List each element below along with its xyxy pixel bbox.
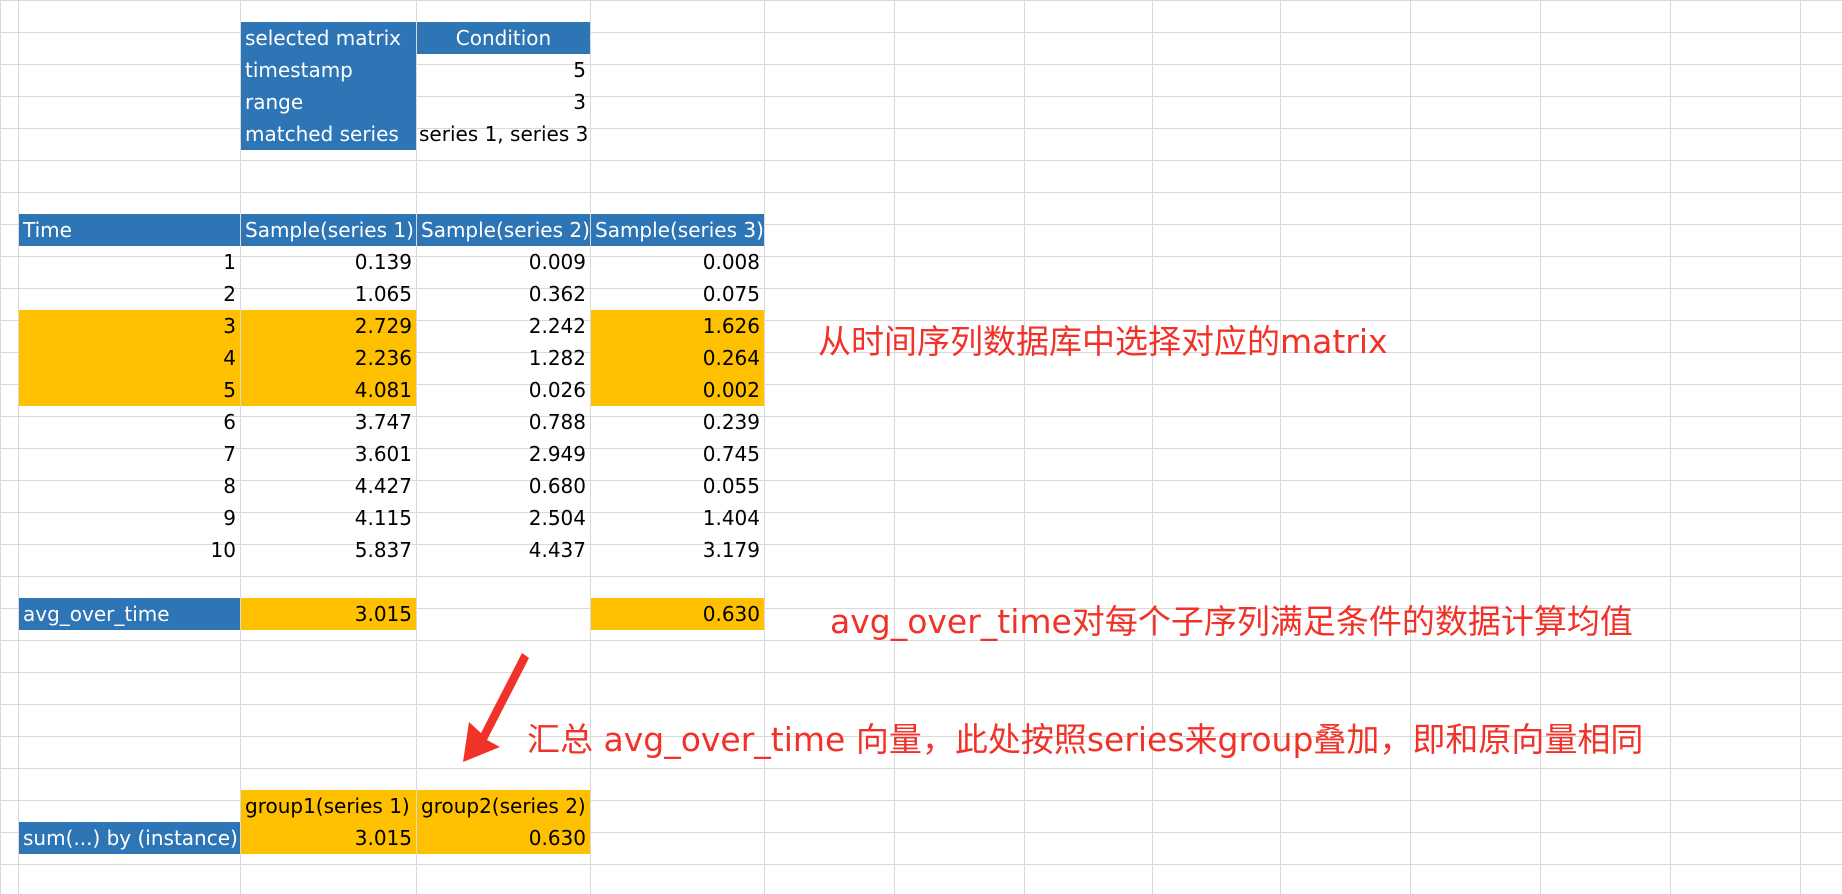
cell-series1[interactable]: 4.115 — [241, 502, 416, 534]
arrow-down-left-icon — [463, 653, 529, 762]
avg-label[interactable]: avg_over_time — [19, 598, 240, 630]
cell-timestamp-label[interactable]: timestamp — [241, 54, 416, 86]
cell-time[interactable]: 7 — [19, 438, 240, 470]
cell-time[interactable]: 8 — [19, 470, 240, 502]
avg-series3-value[interactable]: 0.630 — [591, 598, 764, 630]
cell-series1[interactable]: 4.427 — [241, 470, 416, 502]
column-line — [1800, 0, 1801, 894]
sum-label[interactable]: sum(...) by (instance) — [19, 822, 240, 854]
annotation-sum-group: 汇总 avg_over_time 向量，此处按照series来group叠加，即… — [527, 720, 1644, 759]
cell-matched-series-value[interactable]: series 1, series 3 — [417, 118, 590, 150]
sum-group1-value[interactable]: 3.015 — [241, 822, 416, 854]
column-header-time[interactable]: Time — [19, 214, 240, 246]
cell-series2[interactable]: 1.282 — [417, 342, 590, 374]
cell-series1[interactable]: 5.837 — [241, 534, 416, 566]
annotation-select-matrix: 从时间序列数据库中选择对应的matrix — [818, 322, 1388, 361]
cell-series3[interactable]: 0.008 — [591, 246, 764, 278]
cell-series2[interactable]: 2.949 — [417, 438, 590, 470]
cell-series2[interactable]: 0.680 — [417, 470, 590, 502]
cell-series3[interactable]: 0.055 — [591, 470, 764, 502]
cell-time[interactable]: 10 — [19, 534, 240, 566]
cell-range-label[interactable]: range — [241, 86, 416, 118]
cell-series3[interactable]: 0.745 — [591, 438, 764, 470]
cell-time[interactable]: 9 — [19, 502, 240, 534]
cell-series3[interactable]: 1.626 — [591, 310, 764, 342]
cell-series1[interactable]: 3.747 — [241, 406, 416, 438]
group2-header[interactable]: group2(series 2) — [417, 790, 590, 822]
column-header-series1[interactable]: Sample(series 1) — [241, 214, 416, 246]
cell-series3[interactable]: 0.239 — [591, 406, 764, 438]
cell-series2[interactable]: 4.437 — [417, 534, 590, 566]
annotation-avg-over-time: avg_over_time对每个子序列满足条件的数据计算均值 — [830, 602, 1633, 641]
cell-series1[interactable]: 0.139 — [241, 246, 416, 278]
cell-series3[interactable]: 3.179 — [591, 534, 764, 566]
cell-series2[interactable]: 0.026 — [417, 374, 590, 406]
cell-series1[interactable]: 2.729 — [241, 310, 416, 342]
group1-header[interactable]: group1(series 1) — [241, 790, 416, 822]
cell-series2[interactable]: 2.242 — [417, 310, 590, 342]
avg-series1-value[interactable]: 3.015 — [241, 598, 416, 630]
cell-series2[interactable]: 0.362 — [417, 278, 590, 310]
column-line — [1670, 0, 1671, 894]
cell-series3[interactable]: 0.075 — [591, 278, 764, 310]
cell-time[interactable]: 6 — [19, 406, 240, 438]
cell-series2[interactable]: 0.009 — [417, 246, 590, 278]
cell-matched-series-label[interactable]: matched series — [241, 118, 416, 150]
cell-timestamp-value[interactable]: 5 — [417, 54, 590, 86]
cell-series3[interactable]: 0.264 — [591, 342, 764, 374]
column-header-series3[interactable]: Sample(series 3) — [591, 214, 764, 246]
cell-time[interactable]: 5 — [19, 374, 240, 406]
cell-time[interactable]: 2 — [19, 278, 240, 310]
column-header-series2[interactable]: Sample(series 2) — [417, 214, 590, 246]
cell-time[interactable]: 1 — [19, 246, 240, 278]
cell-series1[interactable]: 2.236 — [241, 342, 416, 374]
cell-series1[interactable]: 4.081 — [241, 374, 416, 406]
cell-series3[interactable]: 0.002 — [591, 374, 764, 406]
cell-time[interactable]: 3 — [19, 310, 240, 342]
cell-condition[interactable]: Condition — [417, 22, 590, 54]
cell-series1[interactable]: 3.601 — [241, 438, 416, 470]
sum-group2-value[interactable]: 0.630 — [417, 822, 590, 854]
cell-series2[interactable]: 0.788 — [417, 406, 590, 438]
cell-series1[interactable]: 1.065 — [241, 278, 416, 310]
cell-range-value[interactable]: 3 — [417, 86, 590, 118]
cell-series2[interactable]: 2.504 — [417, 502, 590, 534]
cell-selected-matrix[interactable]: selected matrix — [241, 22, 416, 54]
cell-time[interactable]: 4 — [19, 342, 240, 374]
cell-series3[interactable]: 1.404 — [591, 502, 764, 534]
